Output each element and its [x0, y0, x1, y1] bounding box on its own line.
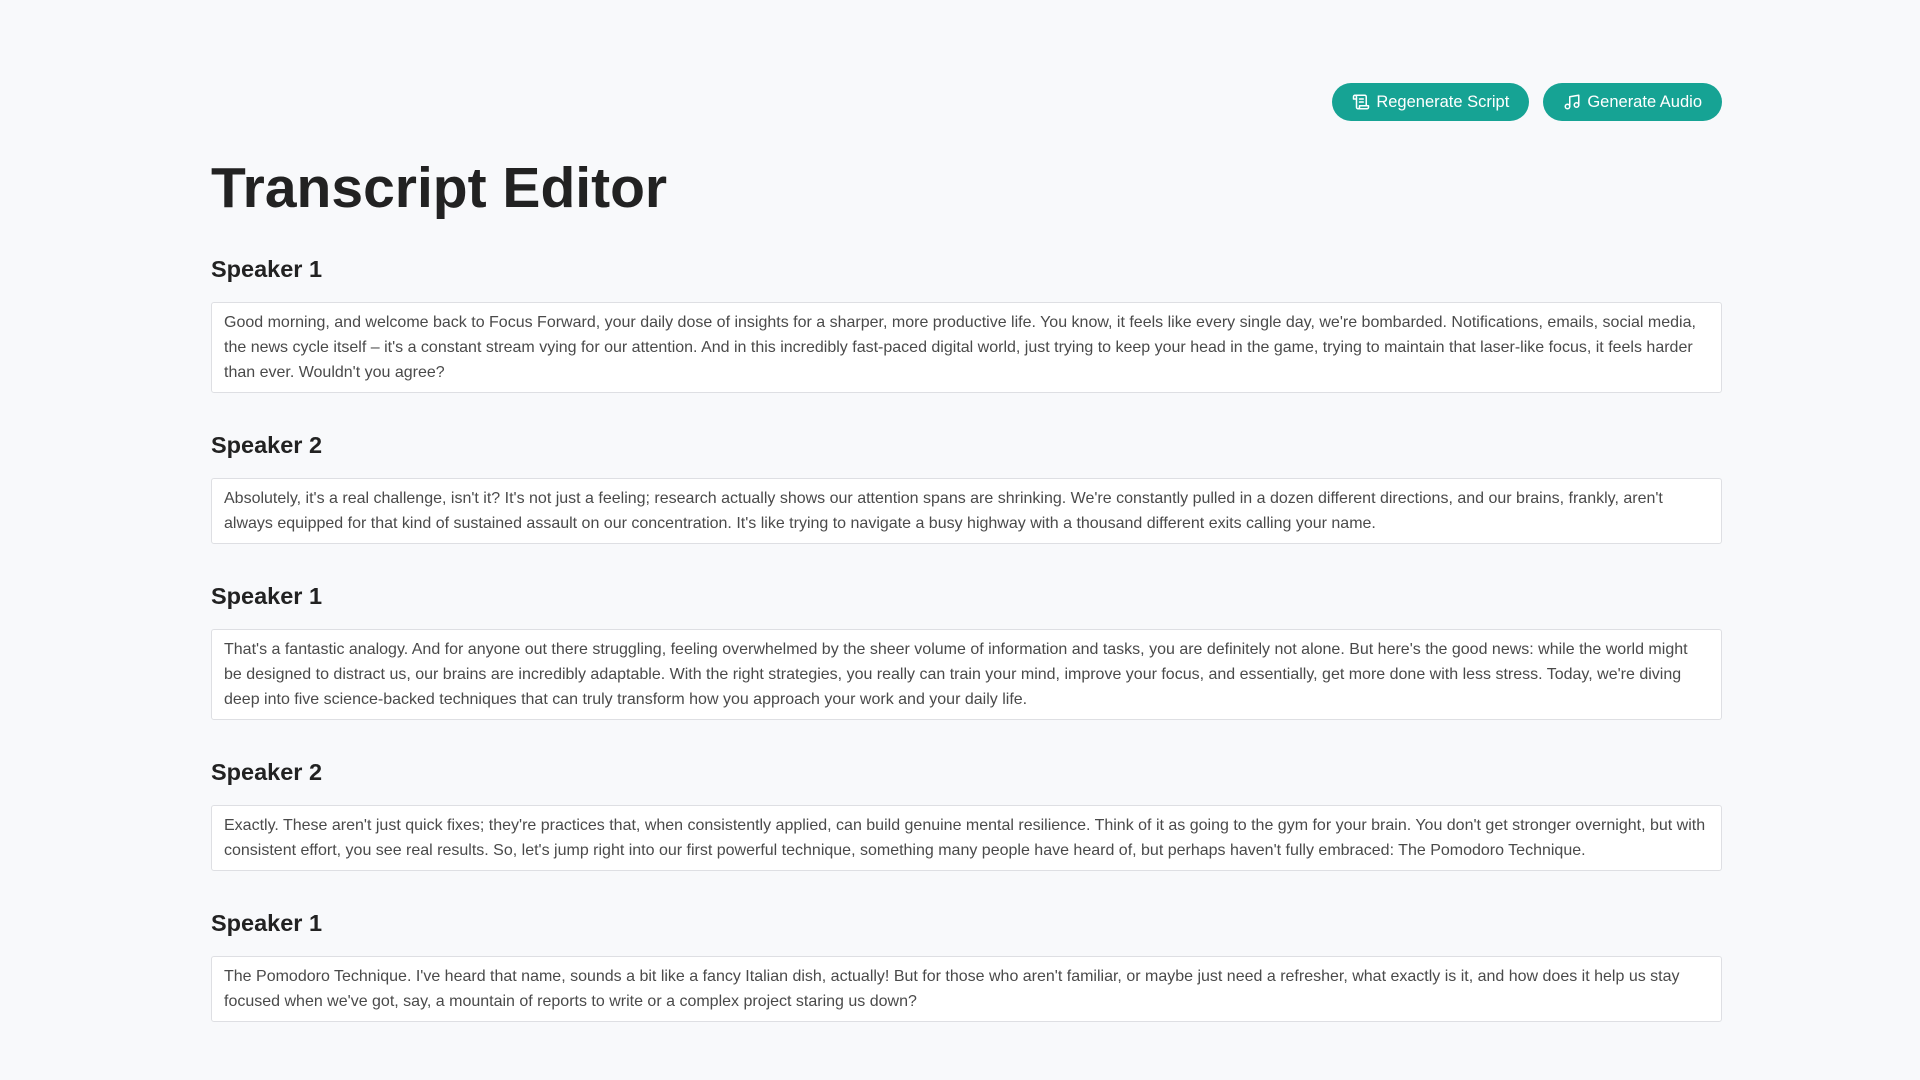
regenerate-script-label: Regenerate Script: [1376, 92, 1510, 111]
music-note-icon: [1563, 93, 1581, 111]
transcript-editor-page: Regenerate Script Generate Audio Transcr…: [0, 0, 1920, 1080]
toolbar: Regenerate Script Generate Audio: [1332, 83, 1722, 121]
speaker-label: Speaker 1: [211, 910, 323, 936]
generate-audio-button[interactable]: Generate Audio: [1543, 83, 1722, 121]
speaker-label: Speaker 2: [211, 759, 323, 785]
transcript-entry: Speaker 1 Good morning, and welcome back…: [211, 226, 1722, 393]
transcript-text-field[interactable]: Good morning, and welcome back to Focus …: [211, 302, 1722, 393]
scroll-icon: [1352, 93, 1370, 111]
transcript-text-field[interactable]: That's a fantastic analogy. And for anyo…: [211, 629, 1722, 720]
transcript-entry: Speaker 1 That's a fantastic analogy. An…: [211, 544, 1722, 720]
transcript-entry: Speaker 2 Absolutely, it's a real challe…: [211, 393, 1722, 544]
speaker-label: Speaker 1: [211, 256, 323, 282]
regenerate-script-button[interactable]: Regenerate Script: [1332, 83, 1530, 121]
transcript-entry: Speaker 2 Exactly. These aren't just qui…: [211, 720, 1722, 871]
transcript-text-field[interactable]: Absolutely, it's a real challenge, isn't…: [211, 478, 1722, 544]
transcript-text-field[interactable]: Exactly. These aren't just quick fixes; …: [211, 805, 1722, 871]
generate-audio-label: Generate Audio: [1587, 92, 1702, 111]
speaker-label: Speaker 1: [211, 583, 323, 609]
transcript-entry: Speaker 1 The Pomodoro Technique. I've h…: [211, 871, 1722, 1022]
speaker-label: Speaker 2: [211, 432, 323, 458]
transcript-content: Transcript Editor Speaker 1 Good morning…: [211, 150, 1722, 1022]
transcript-text-field[interactable]: The Pomodoro Technique. I've heard that …: [211, 956, 1722, 1022]
page-title: Transcript Editor: [211, 156, 668, 220]
